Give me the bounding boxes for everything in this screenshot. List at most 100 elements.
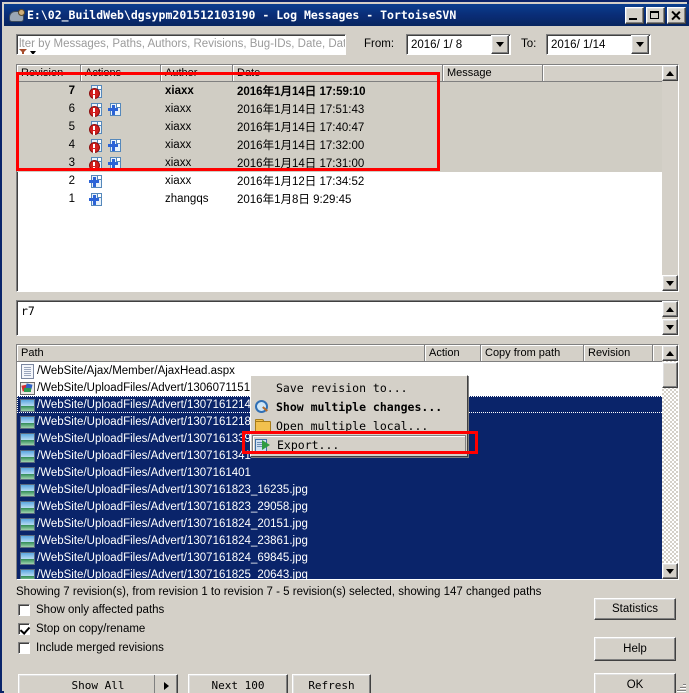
revision-number: 1 xyxy=(68,193,75,205)
menu-item-label: Show multiple changes... xyxy=(276,399,443,414)
column-header-path-revision[interactable]: Revision xyxy=(584,345,653,361)
revision-author: xiaxx xyxy=(165,175,192,187)
document-icon xyxy=(19,364,34,379)
minimize-button[interactable] xyxy=(625,6,644,24)
image-icon xyxy=(19,466,35,480)
path-row[interactable]: /WebSite/UploadFiles/Advert/1307161825_2… xyxy=(17,566,678,579)
date-to-value: 2016/ 1/14 xyxy=(551,38,606,51)
menu-item-show-multiple-changes[interactable]: Show multiple changes... xyxy=(252,397,466,416)
revision-list[interactable]: Revision Actions Author Date Message 7 xi… xyxy=(16,64,679,292)
revision-number: 5 xyxy=(68,121,75,133)
next-100-button[interactable]: Next 100 xyxy=(188,674,288,693)
menu-item-save-revision-to[interactable]: Save revision to... xyxy=(252,378,466,397)
folder-open-icon xyxy=(254,418,272,434)
path-list-scrollbar[interactable] xyxy=(662,345,678,579)
checkbox-stop-on-copy-rename[interactable]: Stop on copy/rename xyxy=(18,623,145,635)
checkbox-box[interactable] xyxy=(18,642,30,654)
revision-actions xyxy=(81,102,161,117)
path-row[interactable]: /WebSite/UploadFiles/Advert/1307161401 xyxy=(17,464,678,481)
menu-item-open-multiple-local[interactable]: Open multiple local... xyxy=(252,416,466,435)
refresh-button[interactable]: Refresh xyxy=(292,674,371,693)
filter-funnel-icon[interactable] xyxy=(19,49,27,54)
help-button[interactable]: Help xyxy=(594,637,676,661)
commit-message-box[interactable]: r7 xyxy=(16,300,679,336)
revision-row[interactable]: 3 xiaxx 2016年1月14日 17:31:00 xyxy=(17,154,678,172)
date-to-input[interactable]: 2016/ 1/14 xyxy=(546,34,651,55)
resize-grip[interactable] xyxy=(674,679,686,691)
revision-list-scrollbar[interactable] xyxy=(662,65,678,291)
scroll-up-icon[interactable] xyxy=(662,345,678,361)
maximize-button[interactable] xyxy=(646,6,665,24)
chevron-down-icon[interactable] xyxy=(30,50,36,54)
ok-button[interactable]: OK xyxy=(594,673,676,693)
column-header-action[interactable]: Action xyxy=(425,345,481,361)
path-text: /WebSite/UploadFiles/Advert/1307161824_2… xyxy=(37,534,308,547)
image-icon xyxy=(19,398,35,412)
checkbox-box[interactable] xyxy=(18,604,30,616)
image-icon xyxy=(19,534,35,548)
revision-rows[interactable]: 7 xiaxx 2016年1月14日 17:59:10 6 xiaxx 2016年1月14… xyxy=(17,82,678,291)
checkbox-include-merged-revisions[interactable]: Include merged revisions xyxy=(18,642,164,654)
close-icon[interactable] xyxy=(667,6,686,24)
message-box-scrollbar[interactable] xyxy=(662,301,678,335)
column-header-author[interactable]: Author xyxy=(161,65,233,81)
revision-number: 6 xyxy=(68,103,75,115)
filter-options[interactable] xyxy=(19,49,36,54)
path-row[interactable]: /WebSite/UploadFiles/Advert/1307161823_1… xyxy=(17,481,678,498)
search-input[interactable]: lter by Messages, Paths, Authors, Revisi… xyxy=(16,34,346,55)
scrollbar-thumb[interactable] xyxy=(662,362,678,388)
path-text: /WebSite/UploadFiles/Advert/1307161214 xyxy=(37,398,251,411)
status-text: Showing 7 revision(s), from revision 1 t… xyxy=(16,586,542,598)
date-from-input[interactable]: 2016/ 1/ 8 xyxy=(406,34,511,55)
export-icon xyxy=(255,437,273,453)
revision-row[interactable]: 1 zhangqs 2016年1月8日 9:29:45 xyxy=(17,190,678,208)
revision-actions xyxy=(81,174,161,188)
revision-row[interactable]: 6 xiaxx 2016年1月14日 17:51:43 xyxy=(17,100,678,118)
show-all-button[interactable]: Show All xyxy=(18,674,178,693)
revision-row[interactable]: 4 xiaxx 2016年1月14日 17:32:00 xyxy=(17,136,678,154)
to-label: To: xyxy=(521,38,537,50)
path-text: /WebSite/UploadFiles/Advert/1307161823_2… xyxy=(37,500,308,513)
path-row[interactable]: /WebSite/UploadFiles/Advert/1307161824_6… xyxy=(17,549,678,566)
column-header-copyfrom[interactable]: Copy from path xyxy=(481,345,584,361)
checkbox-label: Include merged revisions xyxy=(36,642,164,654)
scroll-down-icon[interactable] xyxy=(662,275,678,291)
revision-row[interactable]: 5 xiaxx 2016年1月14日 17:40:47 xyxy=(17,118,678,136)
revision-date: 2016年1月14日 17:32:00 xyxy=(237,140,365,152)
scroll-up-icon[interactable] xyxy=(662,65,678,81)
scroll-down-icon[interactable] xyxy=(662,563,678,579)
checkbox-show-only-affected-paths[interactable]: Show only affected paths xyxy=(18,604,164,616)
date-from-dropdown-icon[interactable] xyxy=(491,35,509,54)
column-header-actions[interactable]: Actions xyxy=(81,65,161,81)
revision-actions xyxy=(81,120,161,135)
column-header-message[interactable]: Message xyxy=(443,65,543,81)
statistics-button[interactable]: Statistics xyxy=(594,598,676,620)
column-header-date[interactable]: Date xyxy=(233,65,443,81)
path-row[interactable]: /WebSite/UploadFiles/Advert/1307161824_2… xyxy=(17,515,678,532)
path-row[interactable]: /WebSite/UploadFiles/Advert/1307161824_2… xyxy=(17,532,678,549)
none-icon xyxy=(254,380,272,396)
revision-date: 2016年1月8日 9:29:45 xyxy=(237,194,352,206)
path-row[interactable]: /WebSite/UploadFiles/Advert/1307161823_2… xyxy=(17,498,678,515)
added-icon xyxy=(89,174,102,188)
image-icon xyxy=(19,500,35,514)
scroll-down-icon[interactable] xyxy=(662,319,678,335)
path-text: /WebSite/UploadFiles/Advert/1307161341 xyxy=(37,449,251,462)
column-header-path[interactable]: Path xyxy=(17,345,425,361)
revision-link[interactable]: r7 xyxy=(21,304,35,318)
window-frame: E:\02_BuildWeb\dgsypm201512103190 - Log … xyxy=(0,0,689,693)
title-bar[interactable]: E:\02_BuildWeb\dgsypm201512103190 - Log … xyxy=(4,4,689,26)
revision-author: xiaxx xyxy=(165,139,192,151)
scroll-up-icon[interactable] xyxy=(662,301,678,317)
revision-list-header: Revision Actions Author Date Message xyxy=(17,65,678,82)
revision-row[interactable]: 2 xiaxx 2016年1月12日 17:34:52 xyxy=(17,172,678,190)
column-header-revision[interactable]: Revision xyxy=(17,65,81,81)
context-menu[interactable]: Save revision to... Show multiple change… xyxy=(250,375,468,457)
menu-item-export[interactable]: Export... xyxy=(252,435,466,454)
checkbox-box[interactable] xyxy=(18,623,30,635)
from-label: From: xyxy=(364,38,395,50)
date-to-dropdown-icon[interactable] xyxy=(631,35,649,54)
show-all-dropdown-icon[interactable] xyxy=(154,675,177,693)
image-icon xyxy=(19,415,35,429)
revision-row[interactable]: 7 xiaxx 2016年1月14日 17:59:10 xyxy=(17,82,678,100)
